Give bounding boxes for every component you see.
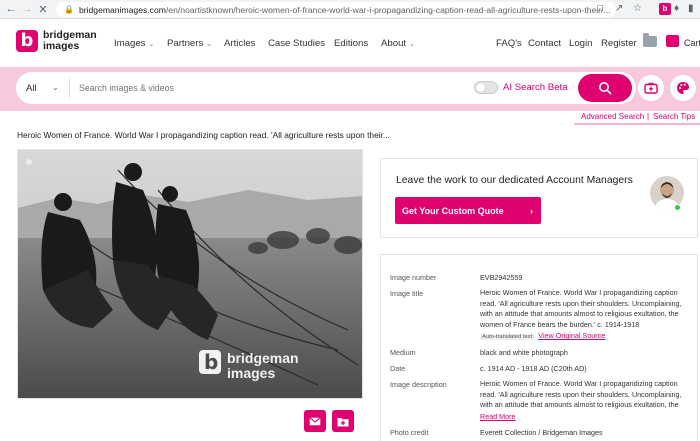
ai-search-label: AI Search Beta bbox=[503, 82, 568, 93]
auto-translated-badge: Auto-translated text bbox=[480, 334, 535, 340]
camera-search-icon bbox=[644, 82, 658, 94]
sidebar-icon[interactable]: ▮ bbox=[688, 3, 694, 14]
photo-credit-value: Everett Collection / Bridgeman Images bbox=[480, 428, 603, 437]
search-scope-select[interactable]: All bbox=[26, 83, 37, 94]
account-card-title: Leave the work to our dedicated Account … bbox=[396, 175, 633, 186]
contact-link[interactable]: Contact bbox=[528, 38, 561, 49]
photo-illustration: b bridgeman images bbox=[18, 150, 362, 398]
link-separator: | bbox=[647, 112, 650, 121]
nav-case-studies[interactable]: Case Studies bbox=[268, 38, 325, 49]
nav-about[interactable]: About ⌄ bbox=[381, 38, 415, 49]
url-domain: bridgemanimages.com bbox=[78, 4, 166, 15]
browser-toolbar: ← → ✕ 🔒 bridgemanimages.com/en/noartistk… bbox=[0, 0, 700, 19]
online-status-indicator bbox=[674, 204, 681, 211]
read-more-link[interactable]: Read More bbox=[480, 412, 516, 421]
nav-articles[interactable]: Articles bbox=[224, 38, 255, 49]
svg-text:images: images bbox=[227, 365, 275, 381]
ai-search-toggle[interactable] bbox=[474, 81, 498, 94]
stop-loading-icon[interactable]: ✕ bbox=[34, 3, 52, 16]
lightbox-folder-icon[interactable] bbox=[643, 33, 657, 47]
nav-partners[interactable]: Partners ⌄ bbox=[167, 38, 212, 49]
image-number-label: Image number bbox=[390, 273, 437, 282]
chevron-right-icon: › bbox=[530, 205, 533, 216]
lock-icon: 🔒 bbox=[64, 5, 74, 14]
page-title: Heroic Women of France. World War I prop… bbox=[17, 130, 390, 140]
share-icon[interactable]: ↗ bbox=[615, 3, 623, 14]
chevron-down-icon: ⌄ bbox=[206, 41, 213, 48]
search-tips-link[interactable]: Search Tips bbox=[653, 112, 695, 121]
nav-editions[interactable]: Editions bbox=[334, 38, 368, 49]
faqs-link[interactable]: FAQ's bbox=[496, 38, 522, 49]
cart-link[interactable]: Cart bbox=[684, 38, 700, 48]
bridgeman-logo[interactable]: b bridgeman images bbox=[16, 30, 97, 52]
custom-quote-button[interactable]: Get Your Custom Quote › bbox=[395, 197, 541, 224]
view-original-source-link[interactable]: View Original Source bbox=[538, 331, 605, 340]
date-label: Date bbox=[390, 364, 406, 373]
chevron-down-icon[interactable]: ⌄ bbox=[52, 83, 59, 92]
search-icon bbox=[599, 82, 612, 95]
svg-text:bridgeman: bridgeman bbox=[227, 350, 299, 366]
bookmark-star-icon[interactable]: ☆ bbox=[633, 3, 642, 14]
extensions-puzzle-icon[interactable]: ♦ bbox=[674, 3, 679, 14]
image-description-value: Heroic Women of France. World War I prop… bbox=[480, 379, 682, 409]
translate-icon[interactable]: □ bbox=[597, 3, 603, 14]
bridgeman-extension-icon[interactable]: b bbox=[659, 3, 671, 15]
camera-search-button[interactable] bbox=[638, 75, 664, 101]
bridgeman-b-mark-icon: b bbox=[16, 30, 38, 52]
register-link[interactable]: Register bbox=[601, 38, 637, 49]
search-button[interactable] bbox=[578, 74, 632, 102]
svg-text:b: b bbox=[204, 350, 218, 374]
pink-rule bbox=[574, 123, 700, 125]
chevron-down-icon: ⌄ bbox=[148, 41, 155, 48]
email-icon bbox=[309, 416, 321, 425]
image-number-value: EVB2942559 bbox=[480, 273, 523, 282]
image-description-label: Image description bbox=[390, 380, 447, 389]
color-search-button[interactable] bbox=[670, 75, 696, 101]
url-path: /en/noartistknown/heroic-women-of-france… bbox=[165, 4, 611, 15]
advanced-search-link[interactable]: Advanced Search bbox=[581, 112, 644, 121]
address-bar[interactable]: 🔒 bridgemanimages.com/en/noartistknown/h… bbox=[56, 2, 616, 17]
artwork-image[interactable]: b bridgeman images bbox=[17, 149, 363, 399]
translation-note: Auto-translated text View Original Source bbox=[480, 331, 690, 343]
nav-images[interactable]: Images ⌄ bbox=[114, 38, 154, 49]
date-value: c. 1914 AD - 1918 AD (C20th AD) bbox=[480, 364, 587, 373]
image-title-label: Image title bbox=[390, 289, 424, 298]
email-button[interactable] bbox=[304, 410, 326, 432]
medium-label: Medium bbox=[390, 348, 416, 357]
chevron-down-icon: ⌄ bbox=[409, 41, 415, 48]
add-to-lightbox-button[interactable] bbox=[332, 410, 354, 432]
photo-credit-label: Photo credit bbox=[390, 428, 429, 437]
medium-value: black and white photograph bbox=[480, 348, 568, 357]
palette-icon bbox=[677, 82, 689, 94]
search-divider bbox=[69, 78, 70, 98]
search-input[interactable] bbox=[79, 83, 459, 93]
logo-wordmark: bridgeman images bbox=[43, 29, 97, 52]
image-title-value: Heroic Women of France. World War I prop… bbox=[480, 288, 682, 329]
login-link[interactable]: Login bbox=[569, 38, 592, 49]
add-to-lightbox-icon bbox=[337, 417, 349, 426]
cart-icon[interactable] bbox=[666, 35, 679, 47]
